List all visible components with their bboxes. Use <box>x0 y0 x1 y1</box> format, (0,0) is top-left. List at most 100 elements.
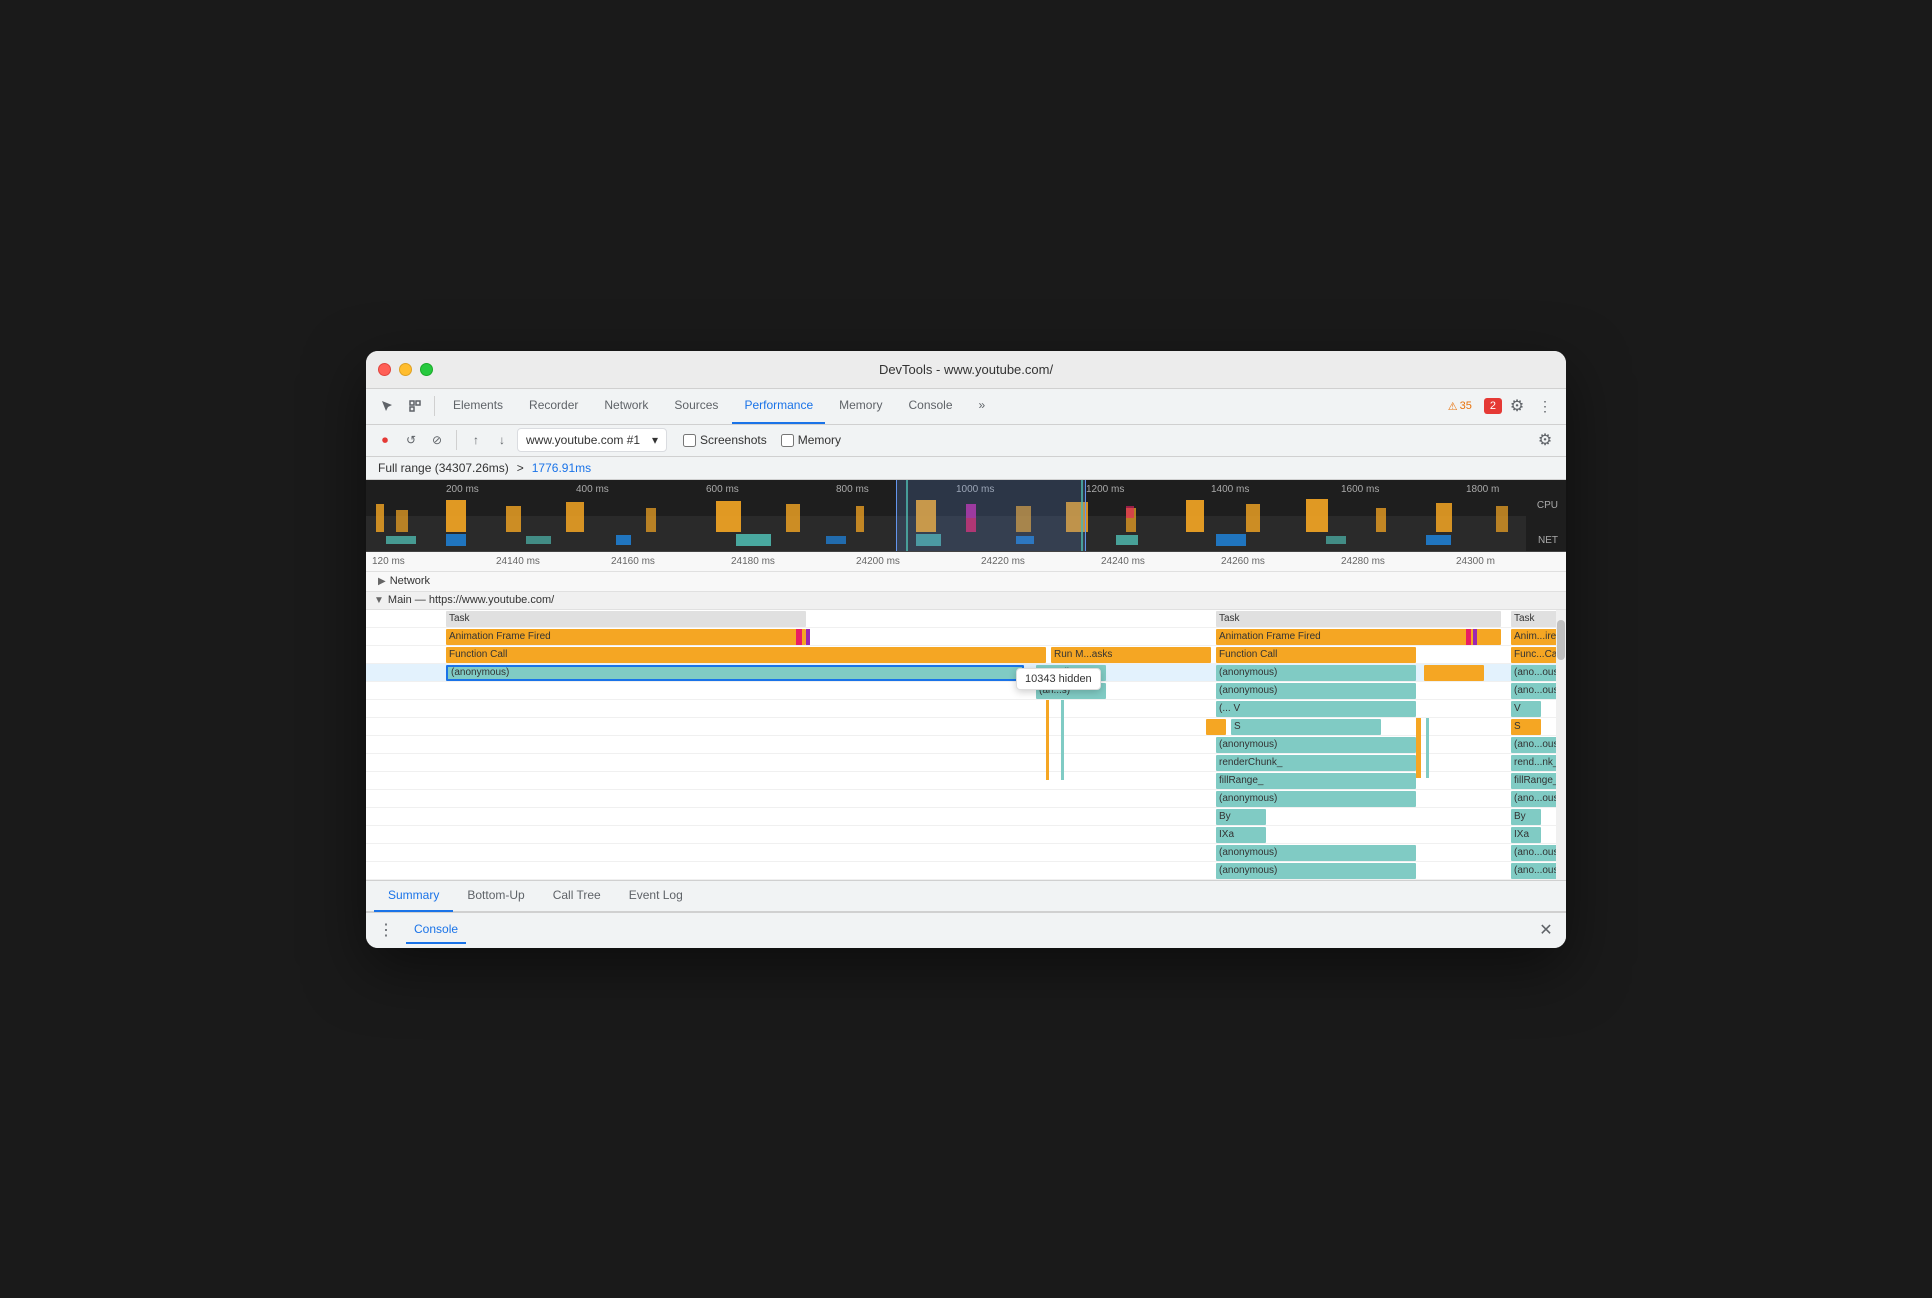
by-bar-1[interactable]: By <box>1216 809 1266 825</box>
anon-deep-1[interactable]: (anonymous) <box>1216 683 1416 699</box>
download-button[interactable]: ↓ <box>491 429 513 451</box>
scrollbar-thumb[interactable] <box>1557 620 1565 660</box>
anim-bar-2[interactable]: Animation Frame Fired <box>1216 629 1501 645</box>
record-button[interactable]: ⏺ <box>374 429 396 451</box>
tab-console[interactable]: Console <box>896 388 964 424</box>
anon-d6-1[interactable]: (anonymous) <box>1216 791 1416 807</box>
marker-left <box>906 480 908 551</box>
collapse-icon[interactable]: ▼ <box>374 595 384 606</box>
task-bar-1[interactable]: Task <box>446 611 806 627</box>
task-row: Task Task Task <box>366 610 1566 628</box>
s-bar-1[interactable]: S <box>1231 719 1381 735</box>
tab-recorder[interactable]: Recorder <box>517 388 590 424</box>
dropdown-arrow-icon: ▾ <box>652 433 658 447</box>
three-dot-icon[interactable]: ⋮ <box>374 918 398 942</box>
anon-bar-orange[interactable] <box>1424 665 1484 681</box>
more-icon[interactable]: ⋮ <box>1532 393 1558 419</box>
anon-d7-1[interactable]: (anonymous) <box>1216 845 1416 861</box>
flame-chart[interactable]: Task Task Task Animation Frame Fired Ani… <box>366 610 1566 880</box>
title-bar: DevTools - www.youtube.com/ <box>366 351 1566 389</box>
minimize-button[interactable] <box>399 363 412 376</box>
tab-elements[interactable]: Elements <box>441 388 515 424</box>
deeper-row-3: (anonymous) (ano...ous) <box>366 736 1566 754</box>
btab-summary[interactable]: Summary <box>374 880 453 912</box>
perf-settings-icon[interactable]: ⚙ <box>1532 427 1558 453</box>
ruler-800ms: 800 ms <box>836 484 869 495</box>
console-tab[interactable]: Console <box>406 916 466 944</box>
r2-24300: 24300 m <box>1456 556 1495 567</box>
network-section: ▶ Network <box>366 572 1566 592</box>
anim-pink-2 <box>1466 629 1471 645</box>
r2-24200: 24200 ms <box>856 556 900 567</box>
deeper-row-ixa: IXa IXa <box>366 826 1566 844</box>
reload-button[interactable]: ↺ <box>400 429 422 451</box>
anon-d3-1[interactable]: (anonymous) <box>1216 737 1416 753</box>
expand-icon[interactable]: ▶ <box>378 576 386 587</box>
deeper-row-1: (an...s) (anonymous) (ano...ous) <box>366 682 1566 700</box>
v-bar-1[interactable]: (... V <box>1216 701 1416 717</box>
ruler-1200ms: 1200 ms <box>1086 484 1124 495</box>
deeper-row-6: (anonymous) (ano...ous) <box>366 790 1566 808</box>
close-button[interactable] <box>378 363 391 376</box>
cursor-icon[interactable] <box>374 393 400 419</box>
func-bar-2[interactable]: Run M...asks <box>1051 647 1211 663</box>
v-bar-2[interactable]: V <box>1511 701 1541 717</box>
orange-stripe-1 <box>1046 700 1049 780</box>
main-label: Main — https://www.youtube.com/ <box>388 594 554 606</box>
task-bar-2[interactable]: Task <box>1216 611 1501 627</box>
selected-range: 1776.91ms <box>532 461 591 475</box>
r2-24260: 24260 ms <box>1221 556 1265 567</box>
s-bar-2[interactable]: S <box>1511 719 1541 735</box>
tab-more[interactable]: » <box>967 388 998 424</box>
teal-stripe-2 <box>1426 718 1429 778</box>
btab-calltree[interactable]: Call Tree <box>539 880 615 912</box>
timeline-ruler2: 120 ms 24140 ms 24160 ms 24180 ms 24200 … <box>366 552 1566 572</box>
deeper-row-by: By By <box>366 808 1566 826</box>
fill-bar-1[interactable]: fillRange_ <box>1216 773 1416 789</box>
upload-button[interactable]: ↑ <box>465 429 487 451</box>
tab-memory[interactable]: Memory <box>827 388 894 424</box>
btab-eventlog[interactable]: Event Log <box>615 880 697 912</box>
func-bar-1[interactable]: Function Call <box>446 647 1046 663</box>
maximize-button[interactable] <box>420 363 433 376</box>
timeline-overview[interactable]: 200 ms 400 ms 600 ms 800 ms 1000 ms 1200… <box>366 480 1566 552</box>
selection-overlay[interactable] <box>896 480 1086 551</box>
devtools-window: DevTools - www.youtube.com/ Elements Rec… <box>366 351 1566 948</box>
deeper-row-2: (... V V <box>366 700 1566 718</box>
func-bar-3[interactable]: Function Call <box>1216 647 1416 663</box>
ruler-200ms: 200 ms <box>446 484 479 495</box>
clear-button[interactable]: ⊘ <box>426 429 448 451</box>
deeper-row-5: fillRange_ fillRange_ <box>366 772 1566 790</box>
anon-d8-1[interactable]: (anonymous) <box>1216 863 1416 879</box>
screenshots-checkbox[interactable]: Screenshots <box>683 433 767 447</box>
ixa-bar-2[interactable]: IXa <box>1511 827 1541 843</box>
r2-24240: 24240 ms <box>1101 556 1145 567</box>
tab-network[interactable]: Network <box>592 388 660 424</box>
orange-stripe-2 <box>1416 718 1421 778</box>
console-close-button[interactable]: ✕ <box>1534 918 1558 942</box>
checkbox-group: Screenshots Memory <box>683 433 841 447</box>
anim-purple-2 <box>1473 629 1477 645</box>
anon-bar-funll[interactable]: Fun...ll <box>1036 665 1106 681</box>
ixa-bar-1[interactable]: IXa <box>1216 827 1266 843</box>
warning-badge: ⚠ 35 <box>1442 398 1478 415</box>
memory-checkbox[interactable]: Memory <box>781 433 841 447</box>
anons-bar[interactable]: (an...s) <box>1036 683 1106 699</box>
window-title: DevTools - www.youtube.com/ <box>879 362 1053 377</box>
anon-bar-2[interactable]: (anonymous) <box>1216 665 1416 681</box>
by-bar-2[interactable]: By <box>1511 809 1541 825</box>
url-select[interactable]: www.youtube.com #1 ▾ <box>517 428 667 452</box>
anim-bar-1[interactable]: Animation Frame Fired <box>446 629 806 645</box>
inspect-icon[interactable] <box>402 393 428 419</box>
anim-purple-1 <box>806 629 810 645</box>
scrollbar-v[interactable] <box>1556 610 1566 880</box>
alerts-group: ⚠ 35 2 <box>1442 398 1502 415</box>
tab-sources[interactable]: Sources <box>662 388 730 424</box>
btab-bottomup[interactable]: Bottom-Up <box>453 880 538 912</box>
tab-performance[interactable]: Performance <box>732 388 825 424</box>
render-bar-1[interactable]: renderChunk_ <box>1216 755 1416 771</box>
settings-icon[interactable]: ⚙ <box>1504 393 1530 419</box>
anon-bar-1[interactable]: (anonymous) <box>446 665 1024 681</box>
deeper-row-s: S S <box>366 718 1566 736</box>
r2-120: 120 ms <box>372 556 405 567</box>
